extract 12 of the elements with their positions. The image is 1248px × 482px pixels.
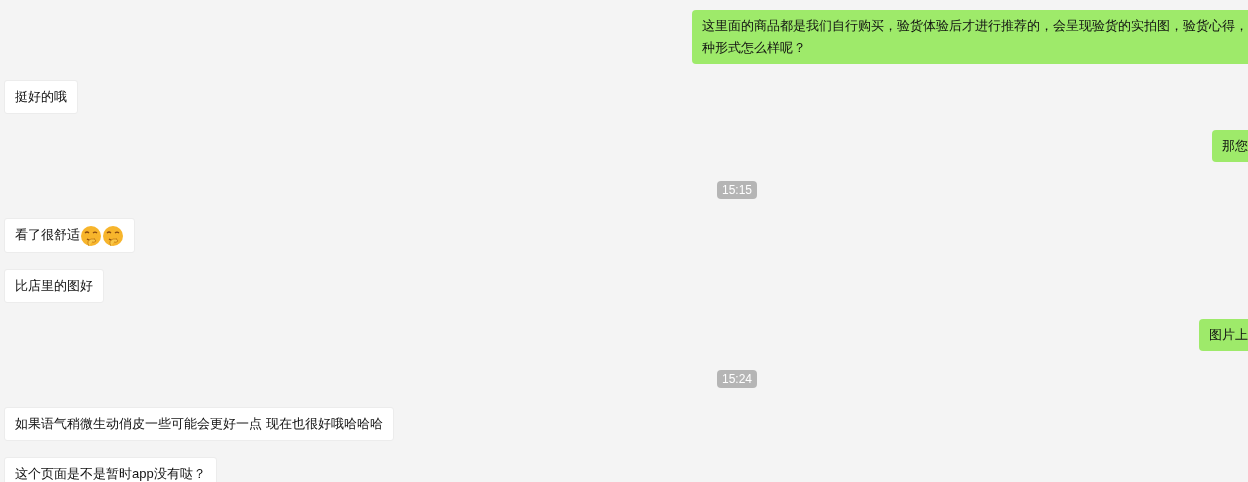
message-bubble: 这里面的商品都是我们自行购买，验货体验后才进行推荐的，会呈现验货的实拍图，验货心得， 种形式怎么样呢？ (692, 10, 1248, 64)
message-bubble: 这个页面是不是暂时app没有哒？ (4, 456, 217, 482)
message-bubble: 看了很舒适 (4, 218, 135, 253)
message-bubble: 图片上 (1199, 318, 1248, 351)
message-bubble: 挺好的哦 (4, 80, 78, 114)
message-bubble: 如果语气稍微生动俏皮一些可能会更好一点 现在也很好哦哈哈哈 (4, 406, 394, 441)
emoji-icon (102, 224, 124, 247)
timestamp: 15:15 (717, 181, 757, 199)
message-bubble: 那您 (1212, 130, 1248, 162)
timestamp: 15:24 (717, 369, 757, 388)
emoji-icon (80, 224, 102, 247)
message-bubble: 比店里的图好 (4, 268, 104, 303)
